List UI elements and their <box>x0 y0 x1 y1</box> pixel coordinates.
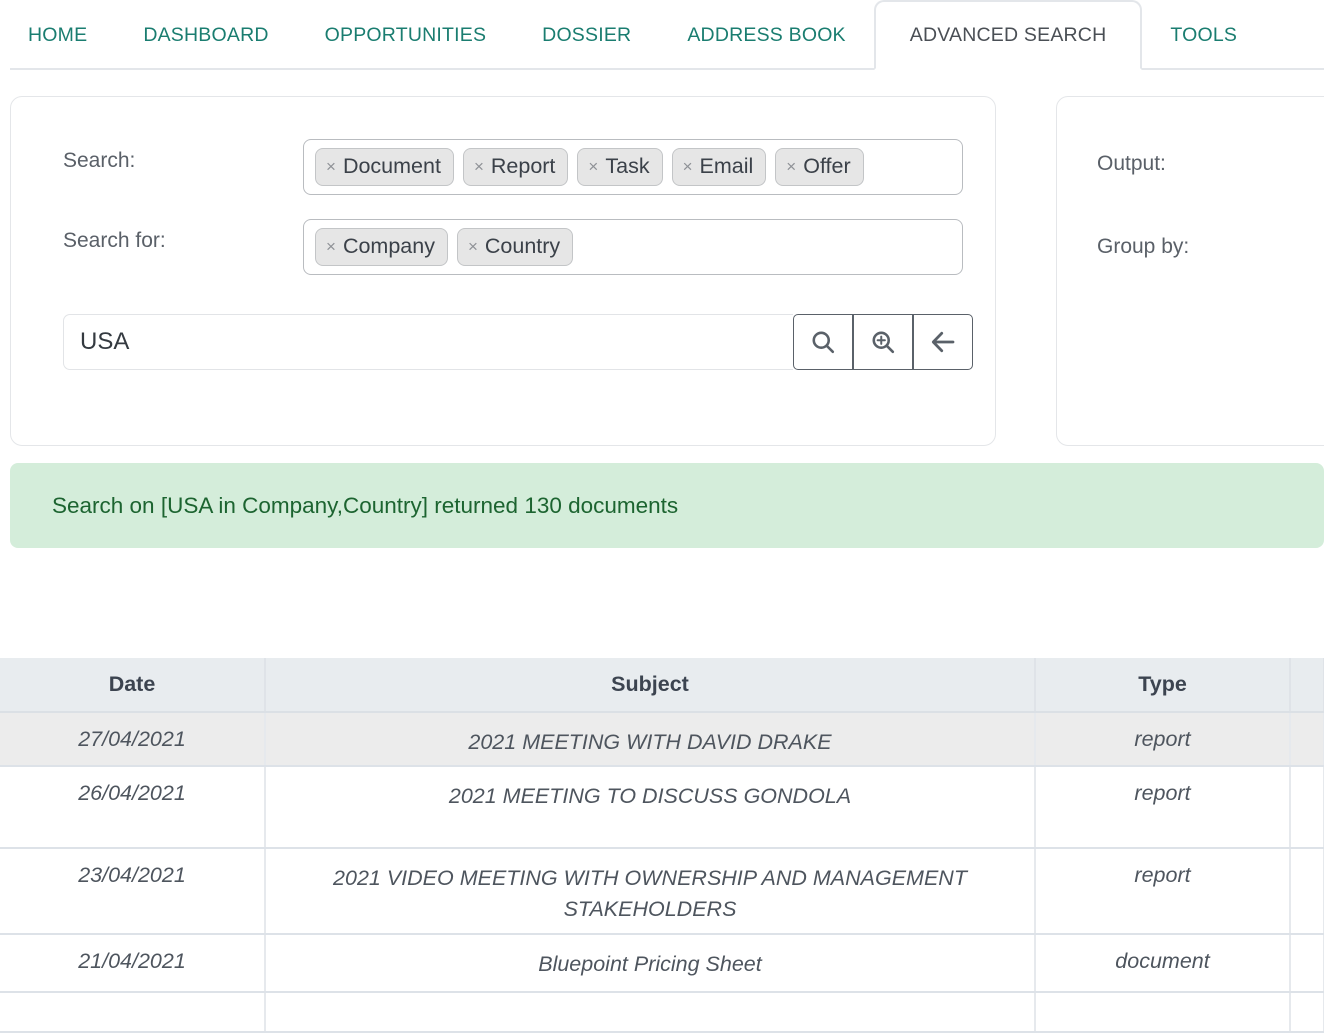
subject-cell[interactable]: 2021 VIDEO MEETING WITH OWNERSHIP AND MA… <box>265 848 1036 935</box>
chip-label: Document <box>342 154 441 179</box>
chip-task[interactable]: × Task <box>577 148 663 186</box>
search-icon-button[interactable] <box>793 314 853 370</box>
chip-email[interactable]: × Email <box>671 148 767 186</box>
type-cell: report <box>1035 848 1291 935</box>
chip-offer[interactable]: × Offer <box>775 148 864 186</box>
group-by-field-row: Group by: <box>1097 235 1189 259</box>
chip-label: Task <box>605 154 650 179</box>
chip-remove-icon[interactable]: × <box>326 158 336 175</box>
chip-remove-icon[interactable]: × <box>786 158 796 175</box>
tab-advanced-search[interactable]: ADVANCED SEARCH <box>873 0 1143 70</box>
partial-cell <box>1035 992 1291 1033</box>
tab-dashboard[interactable]: DASHBOARD <box>115 0 296 70</box>
table-row[interactable]: 21/04/2021 Bluepoint Pricing Sheet documen… <box>0 934 1324 993</box>
partial-cell <box>1290 992 1324 1033</box>
back-button[interactable] <box>913 314 973 370</box>
search-input[interactable] <box>63 314 793 370</box>
search-result-message: Search on [USA in Company,Country] retur… <box>52 492 679 518</box>
chip-remove-icon[interactable]: × <box>326 238 336 255</box>
tab-opportunities[interactable]: OPPORTUNITIES <box>297 0 515 70</box>
search-icon <box>812 331 835 354</box>
chip-country[interactable]: × Country <box>456 228 574 266</box>
search-criteria-panel: Search: × Document × Report × Task × Email × Offe… <box>10 96 996 446</box>
subject-cell[interactable]: 2021 MEETING TO DISCUSS GONDOLA <box>265 766 1036 849</box>
type-cell: document <box>1035 934 1291 993</box>
table-row[interactable]: 27/04/2021 2021 MEETING WITH DAVID DRAKE r… <box>0 712 1324 767</box>
table-row[interactable] <box>0 992 1324 1033</box>
date-cell: 27/04/2021 <box>0 712 266 767</box>
extra-cell <box>1290 934 1324 993</box>
table-header-row: Date Subject Type <box>0 658 1324 713</box>
partial-cell <box>265 992 1036 1033</box>
chip-label: Country <box>484 234 561 259</box>
arrow-left-icon <box>931 331 955 353</box>
column-header-date[interactable]: Date <box>0 658 266 713</box>
chip-label: Email <box>699 154 754 179</box>
search-field-row: Search: <box>63 149 135 173</box>
chip-label: Report <box>490 154 556 179</box>
column-header-type[interactable]: Type <box>1035 658 1291 713</box>
column-header-subject[interactable]: Subject <box>265 658 1036 713</box>
chip-report[interactable]: × Report <box>462 148 569 186</box>
search-for-fields-chipbox[interactable]: × Company × Country <box>303 219 963 275</box>
subject-cell[interactable]: Bluepoint Pricing Sheet <box>265 934 1036 993</box>
group-by-label: Group by: <box>1097 235 1190 258</box>
search-for-label: Search for: <box>63 229 166 252</box>
search-input-group <box>63 314 973 370</box>
search-result-alert: Search on [USA in Company,Country] retur… <box>10 463 1324 548</box>
search-label: Search: <box>63 149 136 172</box>
table-row[interactable]: 26/04/2021 2021 MEETING TO DISCUSS GONDOL… <box>0 766 1324 849</box>
chip-remove-icon[interactable]: × <box>474 158 484 175</box>
tab-dossier[interactable]: DOSSIER <box>514 0 659 70</box>
advanced-search-button[interactable] <box>853 314 913 370</box>
tab-home[interactable]: HOME <box>0 0 115 70</box>
extra-cell <box>1290 712 1324 767</box>
chip-document[interactable]: × Document <box>315 148 454 186</box>
date-cell: 26/04/2021 <box>0 766 266 849</box>
search-types-chipbox[interactable]: × Document × Report × Task × Email × Offer <box>303 139 963 195</box>
table-body: 27/04/2021 2021 MEETING WITH DAVID DRAKE r… <box>0 712 1324 1033</box>
tab-address-book[interactable]: ADDRESS BOOK <box>659 0 873 70</box>
output-label: Output: <box>1097 152 1166 175</box>
results-table-container: Date Subject Type 27/04/2021 2021 MEETING W… <box>0 658 1324 1033</box>
column-header-extra[interactable] <box>1290 658 1324 713</box>
chip-label: Offer <box>803 154 851 179</box>
tab-tools[interactable]: TOOLS <box>1142 0 1265 70</box>
results-table: Date Subject Type 27/04/2021 2021 MEETING W… <box>0 658 1324 1033</box>
type-cell: report <box>1035 712 1291 767</box>
search-for-field-row: Search for: <box>63 229 166 253</box>
search-plus-icon <box>872 331 895 354</box>
chip-remove-icon[interactable]: × <box>588 158 598 175</box>
main-navigation-tabbar: HOME DASHBOARD OPPORTUNITIES DOSSIER ADDRESS… <box>0 0 1324 70</box>
table-row[interactable]: 23/04/2021 2021 VIDEO MEETING WITH OWNERS… <box>0 848 1324 935</box>
chip-remove-icon[interactable]: × <box>683 158 693 175</box>
type-cell: report <box>1035 766 1291 849</box>
output-options-panel: Output: Group by: <box>1056 96 1324 446</box>
date-cell: 23/04/2021 <box>0 848 266 935</box>
output-field-row: Output: <box>1097 152 1166 176</box>
chip-remove-icon[interactable]: × <box>468 238 478 255</box>
search-panels-row: Search: × Document × Report × Task × Email × Offe… <box>0 96 1324 446</box>
date-cell: 21/04/2021 <box>0 934 266 993</box>
partial-cell <box>0 992 266 1033</box>
extra-cell <box>1290 766 1324 849</box>
tab-list: HOME DASHBOARD OPPORTUNITIES DOSSIER ADDRESS… <box>0 0 1265 70</box>
subject-cell[interactable]: 2021 MEETING WITH DAVID DRAKE <box>265 712 1036 767</box>
extra-cell <box>1290 848 1324 935</box>
chip-company[interactable]: × Company <box>315 228 448 266</box>
chip-label: Company <box>342 234 435 259</box>
